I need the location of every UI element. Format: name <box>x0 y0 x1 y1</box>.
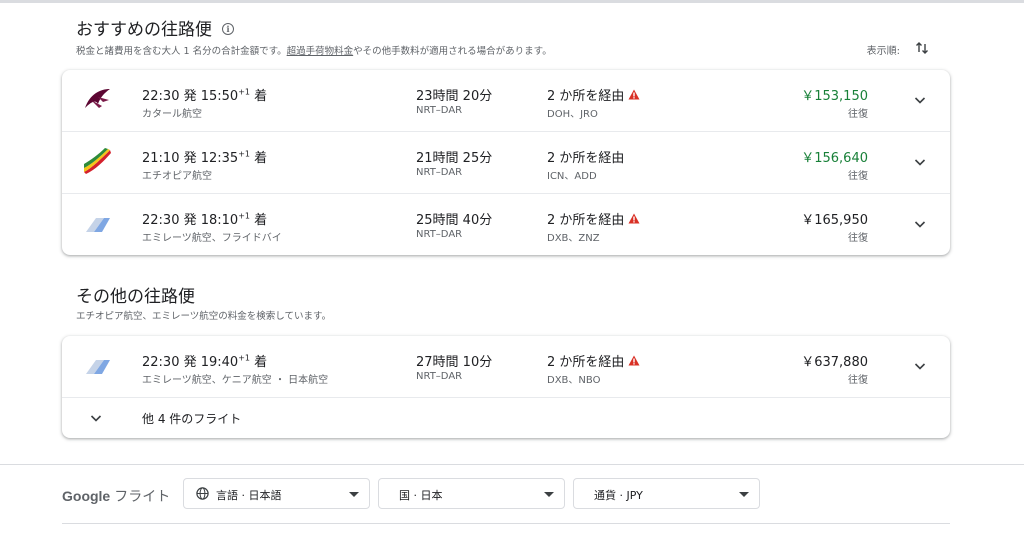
footer-bottom-divider <box>62 523 950 524</box>
brand-google: Google <box>62 488 111 504</box>
flight-row[interactable]: 22:30 発 19:40+1 着 エミレーツ航空、ケニア航空 ・ 日本航空 2… <box>62 336 950 398</box>
subtitle-text: 税金と諸費用を含む大人 1 名分の合計金額です。 <box>76 46 287 57</box>
depart-arrive-time: 21:10 発 12:35 <box>142 151 239 166</box>
chevron-down-icon[interactable] <box>88 410 104 426</box>
flight-route: NRT–DAR <box>416 105 463 116</box>
arrive-suffix: 着 <box>250 89 268 104</box>
country-select[interactable]: 国 · 日本 <box>378 478 565 509</box>
stops-count: 2 か所を経由 <box>547 151 625 166</box>
stops-info: 2 か所を経由 <box>547 209 640 228</box>
dropdown-arrow-icon <box>349 492 359 497</box>
multi-airline-logo <box>86 360 110 374</box>
flight-route: NRT–DAR <box>416 371 463 382</box>
other-flights-title: その他の往路便 <box>76 287 195 307</box>
depart-arrive-time: 22:30 発 15:50 <box>142 89 239 104</box>
other-flights-subtitle: エチオピア航空、エミレーツ航空の料金を検索しています。 <box>76 311 332 322</box>
flight-duration: 21時間 25分 <box>416 151 493 166</box>
flight-price: ￥165,950 <box>801 213 868 228</box>
next-day-marker: +1 <box>238 149 250 159</box>
language-value: 言語 · 日本語 <box>216 489 282 502</box>
arrive-suffix: 着 <box>250 213 268 228</box>
depart-arrive-time: 22:30 発 18:10 <box>142 213 239 228</box>
stops-count: 2 か所を経由 <box>547 89 625 104</box>
currency-select[interactable]: 通貨 · JPY <box>573 478 760 509</box>
subtitle-text-2: やその他手数料が適用される場合があります。 <box>353 46 552 57</box>
layover-airports: DXB、ZNZ <box>547 233 600 244</box>
airline-name: カタール航空 <box>142 109 202 120</box>
country-value: 国 · 日本 <box>399 489 443 502</box>
trip-type: 往復 <box>848 375 868 386</box>
airline-name: エミレーツ航空、フライドバイ <box>142 233 282 244</box>
flight-route: NRT–DAR <box>416 229 463 240</box>
sort-icon[interactable] <box>914 40 930 56</box>
trip-type: 往復 <box>848 109 868 120</box>
trip-type: 往復 <box>848 171 868 182</box>
airline-name: エチオピア航空 <box>142 171 212 182</box>
chevron-down-icon[interactable] <box>912 358 928 374</box>
flight-times: 22:30 発 18:10+1 着 <box>142 209 267 228</box>
dropdown-arrow-icon <box>544 492 554 497</box>
best-flights-card: 22:30 発 15:50+1 着 カタール航空 23時間 20分 NRT–DA… <box>62 70 950 255</box>
stops-count: 2 か所を経由 <box>547 213 625 228</box>
flight-price: ￥156,640 <box>801 151 868 166</box>
best-flights-title: おすすめの往路便 <box>76 20 212 40</box>
stops-count: 2 か所を経由 <box>547 355 625 370</box>
next-day-marker: +1 <box>238 87 250 97</box>
stops-info: 2 か所を経由 <box>547 351 640 370</box>
stops-info: 2 か所を経由 <box>547 147 624 166</box>
warning-icon[interactable] <box>628 213 640 224</box>
flight-row[interactable]: 22:30 発 15:50+1 着 カタール航空 23時間 20分 NRT–DA… <box>62 70 950 132</box>
flight-times: 21:10 発 12:35+1 着 <box>142 147 267 166</box>
flight-route: NRT–DAR <box>416 167 463 178</box>
airline-name: エミレーツ航空、ケニア航空 ・ 日本航空 <box>142 375 329 386</box>
multi-airline-logo <box>86 218 110 232</box>
arrive-suffix: 着 <box>250 355 268 370</box>
more-flights-label[interactable]: 他 4 件のフライト <box>142 410 241 427</box>
chevron-down-icon[interactable] <box>912 154 928 170</box>
arrive-suffix: 着 <box>250 151 268 166</box>
depart-arrive-time: 22:30 発 19:40 <box>142 355 239 370</box>
globe-icon <box>196 487 209 500</box>
layover-airports: ICN、ADD <box>547 171 597 182</box>
flight-price: ￥637,880 <box>801 355 868 370</box>
more-flights-toggle[interactable]: 他 4 件のフライト <box>62 398 950 438</box>
ethiopian-airlines-logo <box>84 148 111 174</box>
layover-airports: DOH、JRO <box>547 109 598 120</box>
flight-duration: 27時間 10分 <box>416 355 493 370</box>
trip-type: 往復 <box>848 233 868 244</box>
chevron-down-icon[interactable] <box>912 216 928 232</box>
currency-value: 通貨 · JPY <box>594 489 643 502</box>
language-select[interactable]: 言語 · 日本語 <box>183 478 370 509</box>
brand-logo[interactable]: Google フライト <box>62 486 170 506</box>
flight-times: 22:30 発 19:40+1 着 <box>142 351 267 370</box>
flight-price: ￥153,150 <box>801 89 868 104</box>
top-divider <box>0 0 1024 3</box>
best-flights-subtitle: 税金と諸費用を含む大人 1 名分の合計金額です。超過手荷物料金やその他手数料が適… <box>76 43 552 57</box>
baggage-fees-link[interactable]: 超過手荷物料金 <box>287 46 354 57</box>
flight-duration: 23時間 20分 <box>416 89 493 104</box>
other-flights-card: 22:30 発 19:40+1 着 エミレーツ航空、ケニア航空 ・ 日本航空 2… <box>62 336 950 438</box>
brand-product: フライト <box>114 489 171 505</box>
warning-icon[interactable] <box>628 89 640 100</box>
flight-duration: 25時間 40分 <box>416 213 493 228</box>
flight-row[interactable]: 21:10 発 12:35+1 着 エチオピア航空 21時間 25分 NRT–D… <box>62 132 950 194</box>
layover-airports: DXB、NBO <box>547 375 601 386</box>
qatar-airways-logo <box>85 89 110 108</box>
chevron-down-icon[interactable] <box>912 92 928 108</box>
warning-icon[interactable] <box>628 355 640 366</box>
next-day-marker: +1 <box>238 353 250 363</box>
dropdown-arrow-icon <box>739 492 749 497</box>
next-day-marker: +1 <box>238 211 250 221</box>
stops-info: 2 か所を経由 <box>547 85 640 104</box>
footer-divider <box>0 464 1024 465</box>
flight-times: 22:30 発 15:50+1 着 <box>142 85 267 104</box>
sort-label: 表示順: <box>866 46 900 57</box>
info-icon[interactable]: i <box>222 23 234 35</box>
flight-row[interactable]: 22:30 発 18:10+1 着 エミレーツ航空、フライドバイ 25時間 40… <box>62 194 950 255</box>
